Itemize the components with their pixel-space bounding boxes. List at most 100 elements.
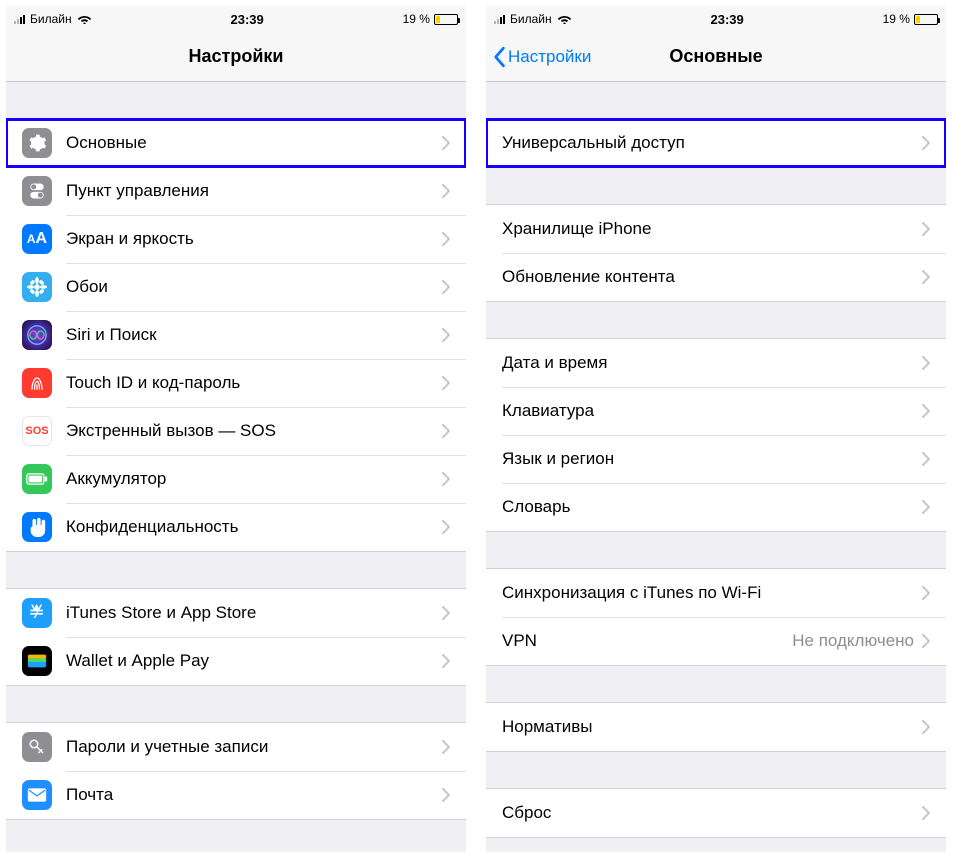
list-row[interactable]: Siri и Поиск (6, 311, 466, 359)
wifi-icon (557, 13, 572, 26)
signal-icon (494, 14, 505, 24)
list-row[interactable]: Почта (6, 771, 466, 819)
chevron-right-icon (922, 634, 930, 648)
battery-percent-label: 19 % (403, 12, 430, 26)
row-label: Wallet и Apple Pay (66, 651, 442, 671)
list-row[interactable]: Хранилище iPhone (486, 205, 946, 253)
row-label: VPN (502, 631, 792, 651)
battery-icon (914, 14, 938, 25)
chevron-right-icon (442, 606, 450, 620)
list-row[interactable]: Конфиденциальность (6, 503, 466, 551)
sos-icon: SOS (22, 416, 52, 446)
wifi-icon (77, 13, 92, 26)
chevron-right-icon (442, 376, 450, 390)
siri-icon (22, 320, 52, 350)
status-bar: Билайн 23:39 19 % (6, 6, 466, 32)
settings-list[interactable]: Основные Пункт управления AAЭкран и яркост… (6, 82, 466, 820)
battery-fill (916, 16, 920, 23)
chevron-right-icon (442, 136, 450, 150)
row-label: iTunes Store и App Store (66, 603, 442, 623)
chevron-right-icon (442, 740, 450, 754)
row-label: Универсальный доступ (502, 133, 922, 153)
row-label: Экстренный вызов — SOS (66, 421, 442, 441)
row-label: Сброс (502, 803, 922, 823)
back-label: Настройки (508, 47, 591, 67)
row-label: Словарь (502, 497, 922, 517)
general-icon (22, 128, 52, 158)
chevron-right-icon (442, 788, 450, 802)
chevron-right-icon (442, 654, 450, 668)
battery-percent-label: 19 % (883, 12, 910, 26)
wallpaper-icon (22, 272, 52, 302)
phone-settings-root: Билайн 23:39 19 % Настройки Основные Пунк… (6, 6, 466, 852)
list-row[interactable]: Обновление контента (486, 253, 946, 301)
chevron-right-icon (922, 136, 930, 150)
row-label: Основные (66, 133, 442, 153)
row-label: Дата и время (502, 353, 922, 373)
list-row[interactable]: Нормативы (486, 703, 946, 751)
list-row[interactable]: SOS Экстренный вызов — SOS (6, 407, 466, 455)
chevron-right-icon (922, 404, 930, 418)
list-row[interactable]: Пароли и учетные записи (6, 723, 466, 771)
list-row[interactable]: Пункт управления (6, 167, 466, 215)
chevron-right-icon (922, 356, 930, 370)
chevron-right-icon (442, 280, 450, 294)
list-row[interactable]: Wallet и Apple Pay (6, 637, 466, 685)
row-label: Клавиатура (502, 401, 922, 421)
touchid-icon (22, 368, 52, 398)
status-right: 19 % (403, 12, 458, 26)
chevron-right-icon (922, 452, 930, 466)
display-icon: AA (22, 224, 52, 254)
list-row[interactable]: Основные (6, 119, 466, 167)
mail-icon (22, 780, 52, 810)
phone-general-screen: Билайн 23:39 19 % Настройки Основные Уни… (486, 6, 946, 852)
row-label: Конфиденциальность (66, 517, 442, 537)
list-row[interactable]: Словарь (486, 483, 946, 531)
chevron-right-icon (922, 222, 930, 236)
chevron-right-icon (442, 232, 450, 246)
list-row[interactable]: Аккумулятор (6, 455, 466, 503)
list-row[interactable]: AAЭкран и яркость (6, 215, 466, 263)
status-left: Билайн (14, 12, 92, 26)
list-row[interactable]: iTunes Store и App Store (6, 589, 466, 637)
row-label: Пункт управления (66, 181, 442, 201)
list-row[interactable]: Обои (6, 263, 466, 311)
list-row[interactable]: VPNНе подключено (486, 617, 946, 665)
chevron-right-icon (922, 720, 930, 734)
battery-icon (22, 464, 52, 494)
page-title: Основные (669, 46, 762, 67)
status-time: 23:39 (230, 12, 263, 27)
chevron-right-icon (922, 586, 930, 600)
chevron-right-icon (442, 472, 450, 486)
row-label: Почта (66, 785, 442, 805)
list-row[interactable]: Синхронизация с iTunes по Wi-Fi (486, 569, 946, 617)
battery-icon (434, 14, 458, 25)
chevron-right-icon (442, 424, 450, 438)
list-row[interactable]: Touch ID и код-пароль (6, 359, 466, 407)
row-label: Обои (66, 277, 442, 297)
nav-bar: Настройки (6, 32, 466, 82)
nav-bar: Настройки Основные (486, 32, 946, 82)
row-label: Touch ID и код-пароль (66, 373, 442, 393)
status-right: 19 % (883, 12, 938, 26)
chevron-right-icon (442, 328, 450, 342)
row-label: Синхронизация с iTunes по Wi-Fi (502, 583, 922, 603)
general-list[interactable]: Универсальный доступ Хранилище iPhone Обно… (486, 82, 946, 838)
status-time: 23:39 (710, 12, 743, 27)
list-row[interactable]: Сброс (486, 789, 946, 837)
appstore-icon (22, 598, 52, 628)
chevron-right-icon (442, 184, 450, 198)
list-row[interactable]: Универсальный доступ (486, 119, 946, 167)
back-button[interactable]: Настройки (492, 46, 591, 68)
list-row[interactable]: Клавиатура (486, 387, 946, 435)
row-label: Пароли и учетные записи (66, 737, 442, 757)
page-title: Настройки (189, 46, 284, 67)
list-row[interactable]: Дата и время (486, 339, 946, 387)
list-row[interactable]: Язык и регион (486, 435, 946, 483)
row-value: Не подключено (792, 631, 914, 651)
carrier-label: Билайн (30, 12, 72, 26)
battery-fill (436, 16, 440, 23)
row-label: Обновление контента (502, 267, 922, 287)
row-label: Язык и регион (502, 449, 922, 469)
passwords-icon (22, 732, 52, 762)
